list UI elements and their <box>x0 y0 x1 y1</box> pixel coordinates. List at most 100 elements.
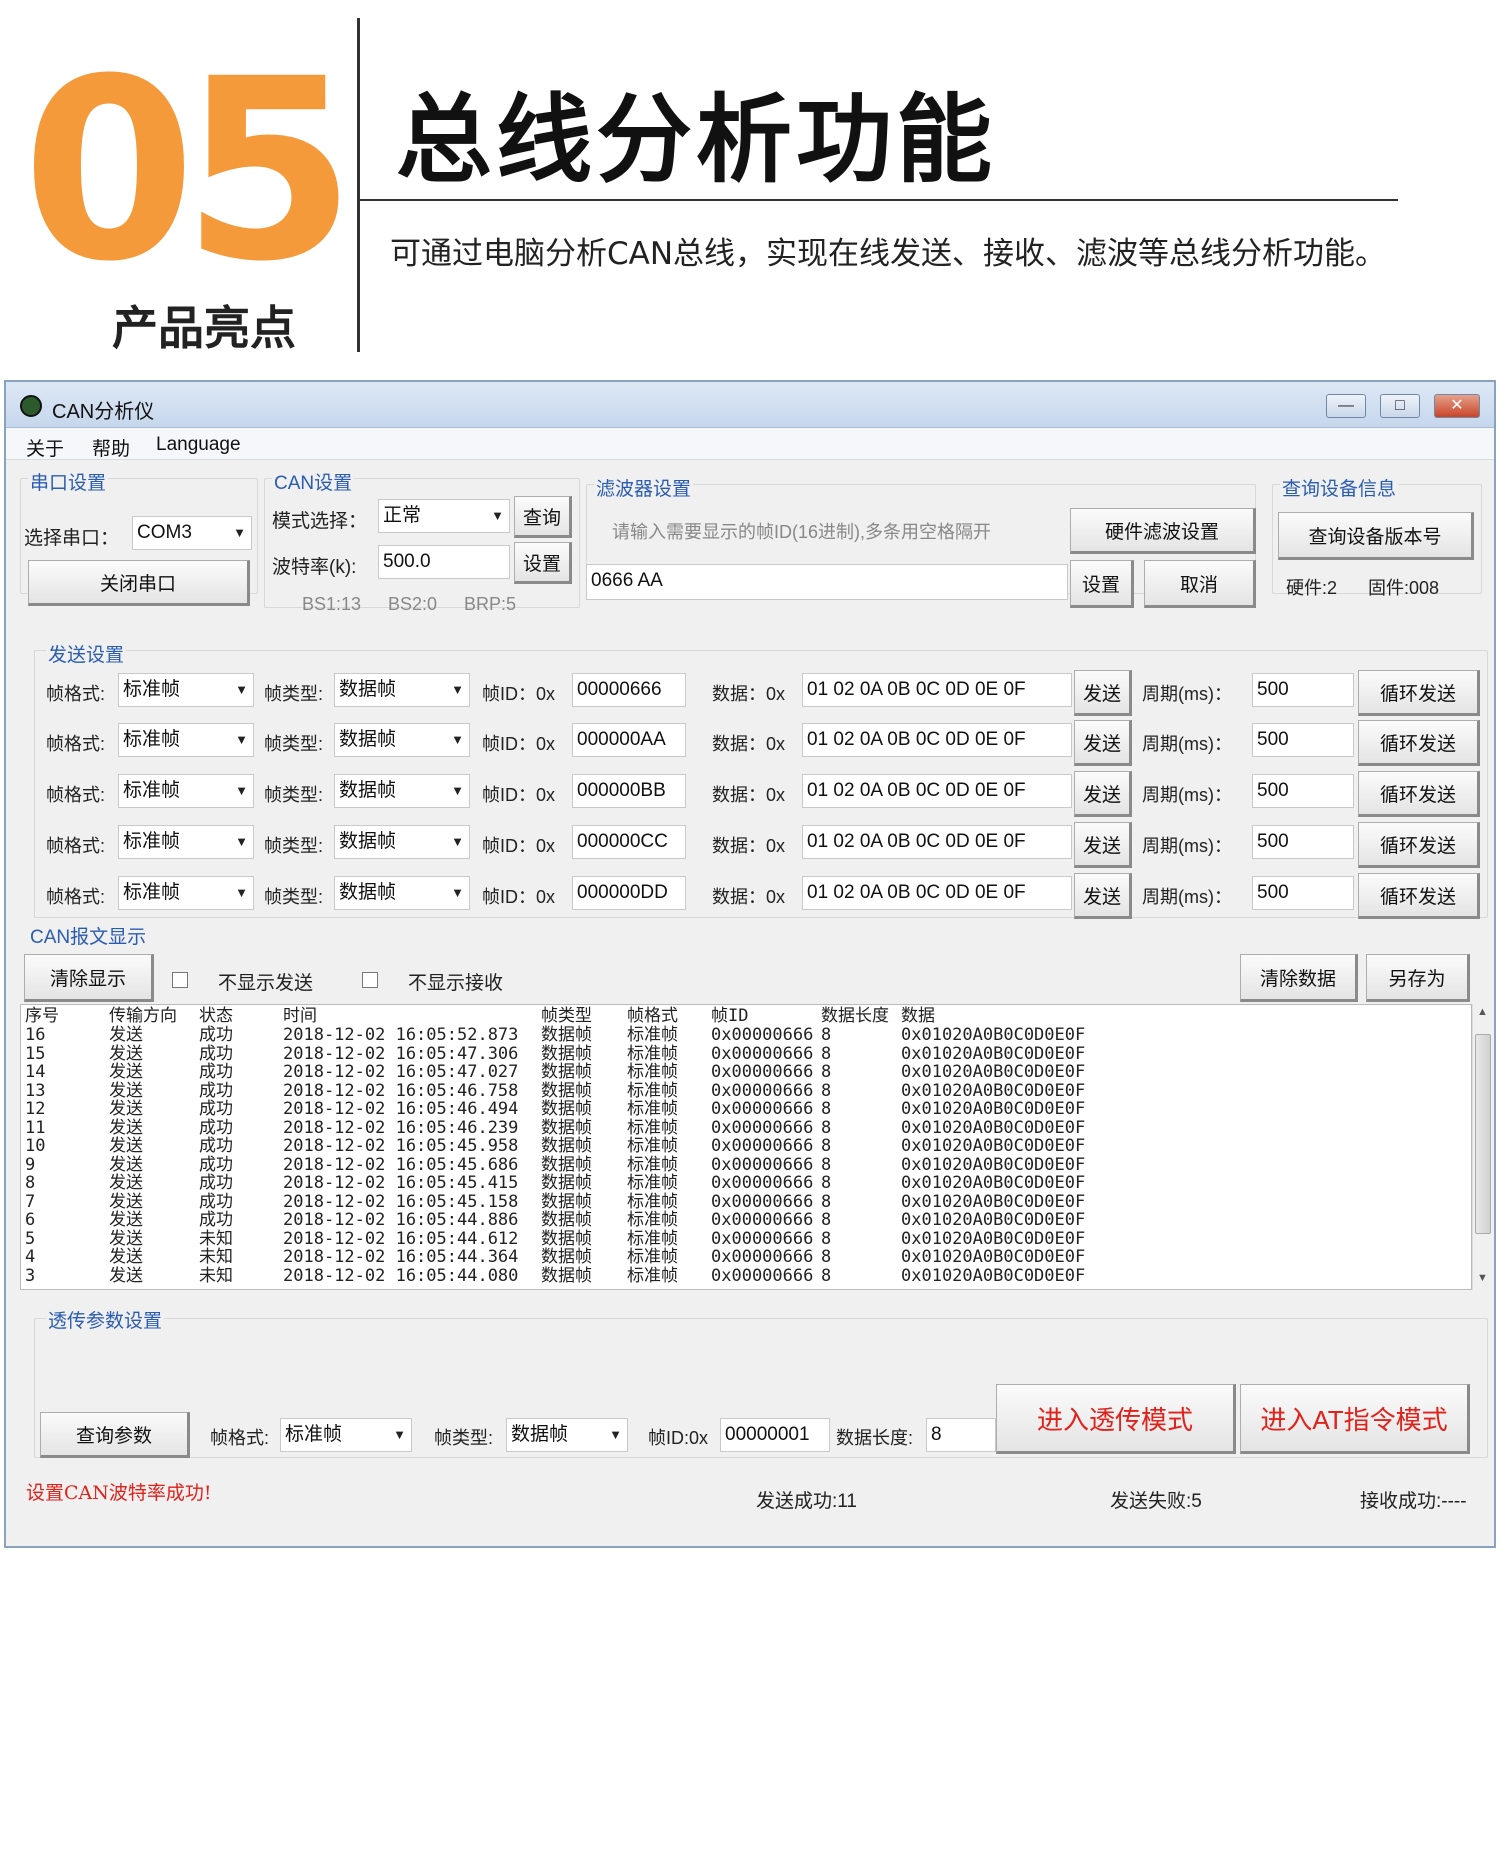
log-cell: 0x00000666 <box>711 1265 814 1286</box>
log-cell: 11 <box>25 1117 46 1138</box>
log-row[interactable]: 15 发送 成功 2018-12-02 16:05:47.306 数据帧 标准帧 0x000… <box>21 1044 1271 1064</box>
log-row[interactable]: 16 发送 成功 2018-12-02 16:05:52.873 数据帧 标准帧 0x000… <box>21 1026 1271 1045</box>
send-data-input[interactable]: 01 02 0A 0B 0C 0D 0E 0F <box>802 825 1072 859</box>
minimize-button[interactable]: — <box>1326 394 1366 418</box>
log-row[interactable]: 4 发送 未知 2018-12-02 16:05:44.364 数据帧 标准帧 0x0000… <box>21 1248 1271 1267</box>
baud-input[interactable]: 500.0 <box>378 545 510 579</box>
scroll-up-icon[interactable]: ▲ <box>1477 1006 1488 1018</box>
can-set-button[interactable]: 设置 <box>514 542 572 584</box>
send-id-input[interactable]: 000000DD <box>572 876 686 910</box>
send-format-label: 帧格式: <box>46 734 106 754</box>
log-row[interactable]: 5 发送 未知 2018-12-02 16:05:44.612 数据帧 标准帧 0x0000… <box>21 1229 1271 1249</box>
send-data-input[interactable]: 01 02 0A 0B 0C 0D 0E 0F <box>802 723 1072 757</box>
menu-about[interactable]: 关于 <box>26 434 64 461</box>
send-id-input[interactable]: 000000AA <box>572 723 686 757</box>
log-cell: 发送 <box>109 1210 143 1230</box>
menu-help[interactable]: 帮助 <box>92 434 130 461</box>
log-row[interactable]: 6 发送 成功 2018-12-02 16:05:44.886 数据帧 标准帧 0x0000… <box>21 1211 1271 1230</box>
bs1-value: BS1:13 <box>302 594 362 614</box>
send-button[interactable]: 发送 <box>1074 873 1132 919</box>
send-data-input[interactable]: 01 02 0A 0B 0C 0D 0E 0F <box>802 673 1072 707</box>
mode-select[interactable]: 正常 ▼ <box>378 499 510 533</box>
send-type-select[interactable]: 数据帧 ▼ <box>334 774 470 808</box>
clear-display-button[interactable]: 清除显示 <box>24 954 154 1002</box>
send-type-value: 数据帧 <box>339 729 397 750</box>
send-id-input[interactable]: 000000CC <box>572 825 686 859</box>
status-message: 设置CAN波特率成功! <box>26 1482 212 1504</box>
send-button[interactable]: 发送 <box>1074 771 1132 817</box>
log-row[interactable]: 14 发送 成功 2018-12-02 16:05:47.027 数据帧 标准帧 0x000… <box>21 1063 1271 1082</box>
close-button[interactable]: ✕ <box>1434 394 1480 418</box>
period-input[interactable]: 500 <box>1252 673 1354 707</box>
hide-recv-checkbox[interactable] <box>362 972 378 988</box>
send-format-select[interactable]: 标准帧 ▼ <box>118 825 254 859</box>
period-input[interactable]: 500 <box>1252 876 1354 910</box>
filter-input[interactable]: 0666 AA <box>586 564 1068 600</box>
close-port-button[interactable]: 关闭串口 <box>28 560 250 606</box>
query-version-button[interactable]: 查询设备版本号 <box>1278 512 1474 560</box>
hw-filter-button[interactable]: 硬件滤波设置 <box>1070 508 1256 554</box>
loop-send-button[interactable]: 循环发送 <box>1358 873 1480 919</box>
send-button[interactable]: 发送 <box>1074 822 1132 868</box>
loop-send-button[interactable]: 循环发送 <box>1358 771 1480 817</box>
hide-send-checkbox[interactable] <box>172 972 188 988</box>
menu-bar: 关于 帮助 Language <box>6 428 1494 460</box>
can-query-button[interactable]: 查询 <box>514 496 572 538</box>
send-id-input[interactable]: 00000666 <box>572 673 686 707</box>
loop-send-button[interactable]: 循环发送 <box>1358 822 1480 868</box>
menu-language[interactable]: Language <box>156 434 241 456</box>
log-row[interactable]: 3 发送 未知 2018-12-02 16:05:44.080 数据帧 标准帧 0x0000… <box>21 1265 1271 1286</box>
send-button[interactable]: 发送 <box>1074 670 1132 716</box>
send-type-select[interactable]: 数据帧 ▼ <box>334 673 470 707</box>
filter-cancel-button[interactable]: 取消 <box>1144 560 1256 608</box>
enter-passthrough-button[interactable]: 进入透传模式 <box>996 1384 1236 1454</box>
send-data-input[interactable]: 01 02 0A 0B 0C 0D 0E 0F <box>802 876 1072 910</box>
log-row[interactable]: 7 发送 成功 2018-12-02 16:05:45.158 数据帧 标准帧 0x0000… <box>21 1192 1271 1212</box>
log-cell: 成功 <box>199 1117 233 1138</box>
period-input[interactable]: 500 <box>1252 723 1354 757</box>
loop-send-button[interactable]: 循环发送 <box>1358 670 1480 716</box>
pt-id-input[interactable]: 00000001 <box>720 1418 830 1452</box>
send-format-select[interactable]: 标准帧 ▼ <box>118 723 254 757</box>
scroll-down-icon[interactable]: ▼ <box>1477 1272 1488 1284</box>
period-input[interactable]: 500 <box>1252 774 1354 808</box>
pt-len-input[interactable]: 8 <box>926 1418 996 1452</box>
send-button[interactable]: 发送 <box>1074 720 1132 766</box>
clear-data-button[interactable]: 清除数据 <box>1240 954 1358 1002</box>
loop-send-button[interactable]: 循环发送 <box>1358 720 1480 766</box>
send-type-select[interactable]: 数据帧 ▼ <box>334 876 470 910</box>
scroll-thumb[interactable] <box>1475 1034 1491 1234</box>
log-row[interactable]: 11 发送 成功 2018-12-02 16:05:46.239 数据帧 标准帧 0x000… <box>21 1117 1271 1138</box>
filter-set-button[interactable]: 设置 <box>1070 560 1134 608</box>
pt-format-select[interactable]: 标准帧 ▼ <box>280 1418 412 1452</box>
save-as-button[interactable]: 另存为 <box>1366 954 1470 1002</box>
port-select[interactable]: COM3 ▼ <box>132 516 252 550</box>
send-data-label: 数据：0x <box>712 785 786 805</box>
maximize-button[interactable]: □ <box>1380 394 1420 418</box>
log-row[interactable]: 13 发送 成功 2018-12-02 16:05:46.758 数据帧 标准帧 0x000… <box>21 1080 1271 1101</box>
send-data-input[interactable]: 01 02 0A 0B 0C 0D 0E 0F <box>802 774 1072 808</box>
send-format-select[interactable]: 标准帧 ▼ <box>118 876 254 910</box>
query-params-button[interactable]: 查询参数 <box>40 1412 190 1458</box>
send-format-value: 标准帧 <box>123 831 181 852</box>
log-row[interactable]: 10 发送 成功 2018-12-02 16:05:45.958 数据帧 标准帧 0x000… <box>21 1137 1271 1156</box>
send-type-select[interactable]: 数据帧 ▼ <box>334 825 470 859</box>
pt-type-select[interactable]: 数据帧 ▼ <box>506 1418 628 1452</box>
enter-at-button[interactable]: 进入AT指令模式 <box>1240 1384 1470 1454</box>
message-log[interactable]: 序号 传输方向 状态 时间 帧类型 帧格式 帧ID 数据长度 数据 16 发送 成功 2018-12-0… <box>20 1004 1472 1290</box>
log-row[interactable]: 12 发送 成功 2018-12-02 16:05:46.494 数据帧 标准帧 0x000… <box>21 1100 1271 1119</box>
send-id-input[interactable]: 000000BB <box>572 774 686 808</box>
period-input[interactable]: 500 <box>1252 825 1354 859</box>
log-cell: 8 <box>821 1247 832 1267</box>
send-format-select[interactable]: 标准帧 ▼ <box>118 673 254 707</box>
serial-group-label: 串口设置 <box>28 468 109 495</box>
highlight-label: 产品亮点 <box>112 301 296 355</box>
send-type-select[interactable]: 数据帧 ▼ <box>334 723 470 757</box>
log-cell: 成功 <box>199 1025 233 1045</box>
send-format-select[interactable]: 标准帧 ▼ <box>118 774 254 808</box>
log-scrollbar[interactable]: ▲ ▼ <box>1472 1004 1492 1290</box>
log-cell: 数据帧 <box>541 1025 592 1045</box>
log-row[interactable]: 8 发送 成功 2018-12-02 16:05:45.415 数据帧 标准帧 0x0000… <box>21 1174 1271 1193</box>
log-cell: 0x01020A0B0C0D0E0F <box>901 1080 1086 1101</box>
log-row[interactable]: 9 发送 成功 2018-12-02 16:05:45.686 数据帧 标准帧 0x0000… <box>21 1155 1271 1175</box>
